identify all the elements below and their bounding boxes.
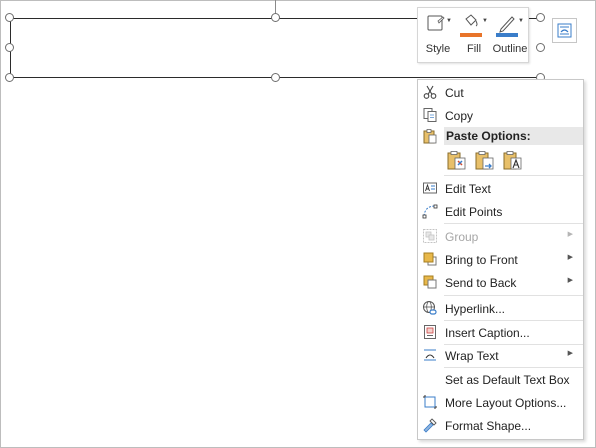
- menu-item-group[interactable]: Group ▶: [418, 225, 583, 248]
- menu-item-label: Hyperlink...: [445, 302, 506, 316]
- menu-separator: [444, 295, 583, 296]
- submenu-arrow-icon: ▶: [567, 231, 573, 238]
- chevron-down-icon: ▼: [518, 18, 524, 24]
- menu-item-label: More Layout Options...: [445, 396, 567, 410]
- menu-item-label: Group: [445, 230, 479, 244]
- edit-points-icon: [422, 204, 438, 219]
- resize-handle-top[interactable]: [271, 13, 280, 22]
- resize-handle-top-right[interactable]: [536, 13, 545, 22]
- menu-item-more-layout-options[interactable]: More Layout Options...: [418, 391, 583, 414]
- resize-handle-bottom-left[interactable]: [5, 73, 14, 82]
- send-to-back-icon: [423, 275, 437, 289]
- menu-item-edit-points[interactable]: Edit Points: [418, 200, 583, 223]
- fill-button[interactable]: ▼ Fill: [456, 10, 492, 60]
- menu-item-bring-to-front[interactable]: Bring to Front ▶: [418, 248, 583, 271]
- menu-item-label: Wrap Text: [445, 349, 499, 363]
- context-menu: Cut Copy Paste Options: Edit Text Edit P…: [417, 79, 584, 440]
- menu-item-label: Edit Points: [445, 205, 503, 219]
- menu-item-format-shape[interactable]: Format Shape...: [418, 414, 583, 437]
- resize-handle-top-left[interactable]: [5, 13, 14, 22]
- chevron-down-icon: ▼: [446, 18, 452, 24]
- clipboard-icon: [423, 129, 437, 144]
- menu-separator: [444, 175, 583, 176]
- paste-keep-text-only-icon[interactable]: [502, 149, 524, 171]
- layout-options-icon: [557, 23, 572, 38]
- resize-handle-bottom[interactable]: [271, 73, 280, 82]
- edit-text-icon: [423, 182, 437, 194]
- resize-handle-left[interactable]: [5, 43, 14, 52]
- menu-item-hyperlink[interactable]: Hyperlink...: [418, 297, 583, 320]
- style-label: Style: [425, 43, 451, 55]
- chevron-down-icon: ▼: [482, 18, 488, 24]
- menu-item-label: Cut: [445, 86, 464, 100]
- format-shape-icon: [423, 418, 437, 433]
- submenu-arrow-icon: ▶: [567, 277, 573, 284]
- menu-item-label: Insert Caption...: [445, 326, 530, 340]
- menu-item-send-to-back[interactable]: Send to Back ▶: [418, 271, 583, 294]
- rotation-handle-line: [275, 0, 276, 14]
- menu-item-set-default-text-box[interactable]: Set as Default Text Box: [418, 368, 583, 391]
- menu-item-label: Bring to Front: [445, 253, 518, 267]
- menu-item-insert-caption[interactable]: Insert Caption...: [418, 321, 583, 344]
- copy-icon: [423, 108, 437, 122]
- mini-toolbar: ▼ Style ▼ Fill ▼ Outline: [417, 7, 529, 63]
- insert-caption-icon: [424, 325, 436, 339]
- menu-item-label: Copy: [445, 109, 474, 123]
- paste-options-label: Paste Options:: [446, 129, 531, 143]
- wrap-text-icon: [424, 349, 436, 361]
- scissors-icon: [423, 85, 437, 99]
- style-button[interactable]: ▼ Style: [420, 10, 456, 60]
- submenu-arrow-icon: ▶: [567, 350, 573, 357]
- paste-merge-formatting-icon[interactable]: [474, 149, 496, 171]
- bring-to-front-icon: [423, 252, 437, 266]
- paste-options-header: Paste Options:: [444, 127, 583, 145]
- menu-item-copy[interactable]: Copy: [418, 104, 583, 127]
- outline-button[interactable]: ▼ Outline: [492, 10, 528, 60]
- menu-item-label: Send to Back: [445, 276, 517, 290]
- pen-outline-icon: [496, 16, 518, 37]
- menu-item-cut[interactable]: Cut: [418, 81, 583, 104]
- submenu-arrow-icon: ▶: [567, 254, 573, 261]
- menu-item-label: Set as Default Text Box: [445, 373, 570, 387]
- layout-options-icon: [423, 395, 437, 409]
- hyperlink-globe-icon: [423, 301, 437, 315]
- layout-options-button[interactable]: [552, 18, 577, 43]
- menu-item-wrap-text[interactable]: Wrap Text ▶: [418, 344, 583, 367]
- menu-item-label: Edit Text: [445, 182, 491, 196]
- paste-keep-source-formatting-icon[interactable]: [446, 149, 468, 171]
- resize-handle-right[interactable]: [536, 43, 545, 52]
- paint-bucket-icon: [460, 14, 482, 37]
- shape-style-icon: [427, 15, 445, 31]
- outline-label: Outline: [492, 43, 528, 55]
- menu-item-label: Format Shape...: [445, 419, 532, 433]
- menu-separator: [444, 223, 583, 224]
- menu-item-edit-text[interactable]: Edit Text: [418, 177, 583, 200]
- fill-label: Fill: [466, 43, 482, 55]
- group-icon: [423, 229, 437, 243]
